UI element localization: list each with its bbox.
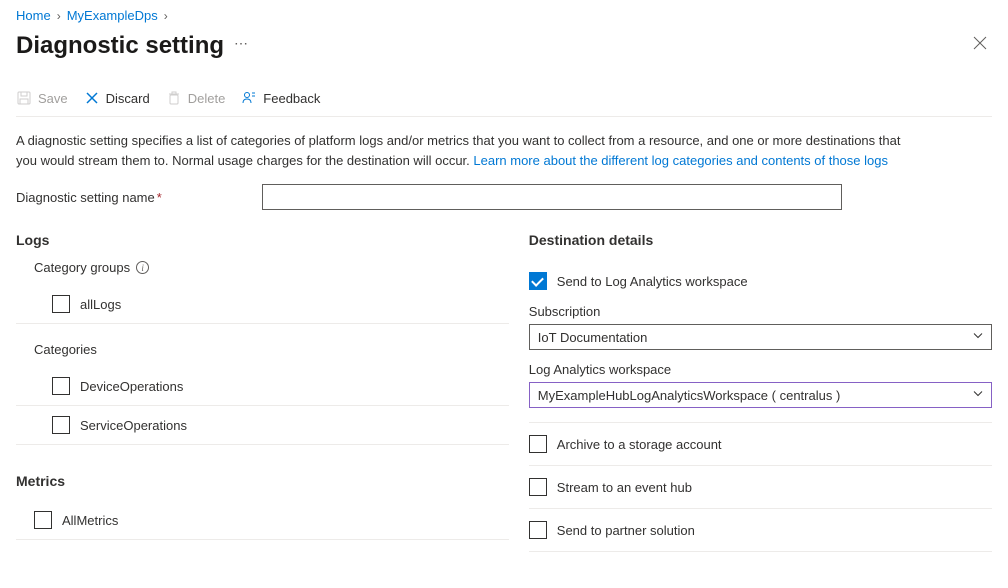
dest-storage: Archive to a storage account: [529, 423, 992, 466]
save-label: Save: [38, 91, 68, 106]
allmetrics-label: AllMetrics: [62, 513, 118, 528]
alllogs-label: allLogs: [80, 297, 121, 312]
workspace-select[interactable]: MyExampleHubLogAnalyticsWorkspace ( cent…: [529, 382, 992, 408]
close-button[interactable]: [968, 31, 992, 60]
partner-checkbox[interactable]: [529, 521, 547, 539]
serviceoperations-row: ServiceOperations: [16, 406, 509, 445]
alllogs-checkbox[interactable]: [52, 295, 70, 313]
chevron-right-icon: ›: [164, 9, 168, 23]
category-groups-label: Category groups i: [34, 260, 509, 275]
setting-name-input[interactable]: [262, 184, 842, 210]
chevron-right-icon: ›: [57, 9, 61, 23]
subscription-label: Subscription: [529, 304, 992, 319]
log-analytics-checkbox[interactable]: [529, 272, 547, 290]
learn-more-link[interactable]: Learn more about the different log categ…: [473, 153, 888, 168]
dest-eventhub: Stream to an event hub: [529, 466, 992, 509]
feedback-icon: [241, 90, 257, 106]
page-title: Diagnostic setting: [16, 32, 224, 60]
metrics-title: Metrics: [16, 473, 509, 489]
serviceoperations-label: ServiceOperations: [80, 418, 187, 433]
feedback-button[interactable]: Feedback: [241, 90, 320, 106]
close-icon: [972, 35, 988, 51]
discard-label: Discard: [106, 91, 150, 106]
subscription-select[interactable]: IoT Documentation: [529, 324, 992, 350]
storage-label: Archive to a storage account: [557, 437, 722, 452]
info-icon[interactable]: i: [136, 261, 149, 274]
alllogs-row: allLogs: [16, 285, 509, 324]
more-icon[interactable]: ⋯: [234, 35, 248, 56]
logs-title: Logs: [16, 232, 509, 248]
breadcrumb-home[interactable]: Home: [16, 8, 51, 23]
destination-title: Destination details: [529, 232, 992, 248]
allmetrics-checkbox[interactable]: [34, 511, 52, 529]
delete-label: Delete: [188, 91, 226, 106]
discard-button[interactable]: Discard: [84, 90, 150, 106]
save-button[interactable]: Save: [16, 90, 68, 106]
allmetrics-row: AllMetrics: [16, 501, 509, 540]
storage-checkbox[interactable]: [529, 435, 547, 453]
breadcrumb: Home › MyExampleDps ›: [16, 8, 992, 23]
breadcrumb-resource[interactable]: MyExampleDps: [67, 8, 158, 23]
log-analytics-label: Send to Log Analytics workspace: [557, 274, 748, 289]
serviceoperations-checkbox[interactable]: [52, 416, 70, 434]
discard-icon: [84, 90, 100, 106]
eventhub-checkbox[interactable]: [529, 478, 547, 496]
delete-icon: [166, 90, 182, 106]
toolbar: Save Discard Delete Feedback: [16, 80, 992, 117]
dest-log-analytics: Send to Log Analytics workspace Subscrip…: [529, 260, 992, 423]
deviceoperations-row: DeviceOperations: [16, 367, 509, 406]
partner-label: Send to partner solution: [557, 523, 695, 538]
dest-partner: Send to partner solution: [529, 509, 992, 552]
eventhub-label: Stream to an event hub: [557, 480, 692, 495]
categories-label: Categories: [34, 342, 509, 357]
deviceoperations-checkbox[interactable]: [52, 377, 70, 395]
feedback-label: Feedback: [263, 91, 320, 106]
setting-name-label: Diagnostic setting name*: [16, 190, 262, 205]
workspace-label: Log Analytics workspace: [529, 362, 992, 377]
save-icon: [16, 90, 32, 106]
delete-button[interactable]: Delete: [166, 90, 226, 106]
deviceoperations-label: DeviceOperations: [80, 379, 183, 394]
description-text: A diagnostic setting specifies a list of…: [16, 131, 916, 170]
